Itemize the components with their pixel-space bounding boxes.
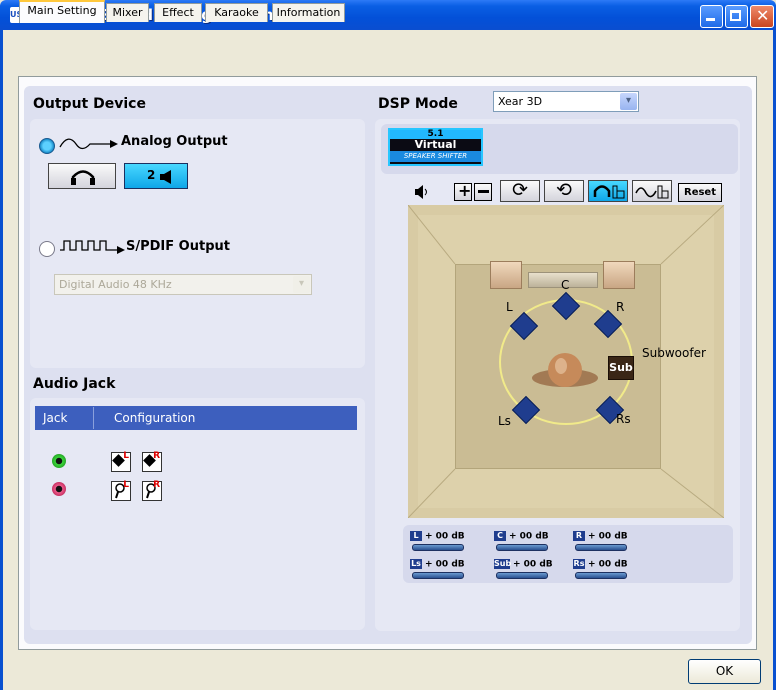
- gain-value: + 00 dB: [425, 559, 465, 570]
- gain-left-surround-slider[interactable]: [412, 572, 464, 579]
- audio-jack-group: [30, 398, 365, 630]
- virtual-speaker-shifter-badge[interactable]: 5.1 Virtual SPEAKER SHIFTER: [388, 128, 483, 166]
- volume-down-button[interactable]: [474, 183, 492, 201]
- output-device-title: Output Device: [33, 96, 146, 112]
- gain-center: C + 00 dB: [494, 531, 549, 542]
- speaker-icon: [160, 170, 171, 184]
- tab-information[interactable]: Information: [272, 3, 345, 22]
- chevron-down-icon: ▾: [293, 276, 310, 293]
- tab-karaoke[interactable]: Karaoke: [205, 3, 268, 22]
- right-mark: R: [153, 451, 160, 461]
- maximize-button[interactable]: [725, 5, 748, 28]
- volume-up-button[interactable]: +: [454, 181, 472, 201]
- ok-button[interactable]: OK: [688, 659, 761, 684]
- gain-right-surround: Rs + 00 dB: [573, 559, 628, 570]
- gain-left-surround: Ls + 00 dB: [410, 559, 465, 570]
- rotate-right-icon: ⟳: [512, 179, 528, 201]
- headphone-drag-button[interactable]: [588, 180, 628, 202]
- wave-drag-button[interactable]: [632, 180, 672, 202]
- configuration-column-header: Configuration: [114, 411, 196, 425]
- green-jack-icon: [52, 454, 66, 468]
- gain-right-slider[interactable]: [575, 544, 627, 551]
- spdif-format-value: Digital Audio 48 KHz: [59, 278, 172, 291]
- analog-output-radio[interactable]: [39, 138, 55, 154]
- right-cabinet-speaker: [603, 261, 635, 289]
- gain-center-slider[interactable]: [496, 544, 548, 551]
- gain-value: + 00 dB: [509, 531, 549, 542]
- subwoofer-handle[interactable]: Sub: [608, 356, 634, 380]
- two-speaker-button[interactable]: 2: [124, 163, 188, 189]
- channel-badge: L: [410, 531, 422, 541]
- pink-jack-icon: [52, 482, 66, 496]
- wave-hand-icon: [635, 185, 669, 199]
- reset-button[interactable]: Reset: [678, 183, 722, 202]
- spdif-format-select[interactable]: Digital Audio 48 KHz ▾: [54, 274, 312, 295]
- mic-left-config[interactable]: L: [111, 480, 131, 501]
- chevron-down-icon: ▾: [620, 93, 637, 110]
- jack-column-header: Jack: [43, 411, 68, 425]
- headphone-icon: [71, 170, 95, 185]
- tab-effect[interactable]: Effect: [154, 3, 202, 22]
- gain-value: + 00 dB: [588, 531, 628, 542]
- channel-badge: Ls: [410, 559, 422, 569]
- right-speaker-label: R: [616, 300, 625, 314]
- left-mark: L: [123, 480, 129, 490]
- tab-main-setting[interactable]: Main Setting: [19, 0, 105, 23]
- gain-subwoofer-slider[interactable]: [496, 572, 548, 579]
- speaker-count-label: 2: [147, 168, 156, 182]
- right-surround-label: Rs: [616, 412, 631, 426]
- spdif-output-label: S/PDIF Output: [126, 239, 230, 254]
- tab-mixer[interactable]: Mixer: [106, 3, 149, 22]
- left-surround-label: Ls: [498, 414, 511, 428]
- dsp-mode-value: Xear 3D: [498, 95, 543, 108]
- gain-left-slider[interactable]: [412, 544, 464, 551]
- jack-table-header: Jack Configuration: [35, 406, 357, 430]
- headphone-button[interactable]: [48, 163, 116, 189]
- channel-badge: Sub: [494, 559, 512, 569]
- left-cabinet-speaker: [490, 261, 522, 289]
- left-speaker-label: L: [506, 300, 513, 314]
- rotate-counterclockwise-button[interactable]: ⟲: [544, 179, 584, 202]
- right-mark: R: [153, 480, 160, 490]
- gain-right-surround-slider[interactable]: [575, 572, 627, 579]
- close-button[interactable]: ✕: [750, 5, 774, 28]
- channel-badge: R: [573, 531, 585, 541]
- gain-left: L + 00 dB: [410, 531, 465, 542]
- gain-right: R + 00 dB: [573, 531, 628, 542]
- digital-wave-icon: [60, 240, 125, 254]
- listener-head-icon: [532, 353, 598, 387]
- headphone-hand-icon: [593, 185, 625, 199]
- badge-speaker-shifter: SPEAKER SHIFTER: [390, 151, 481, 162]
- spdif-output-radio[interactable]: [39, 241, 55, 257]
- audio-jack-title: Audio Jack: [33, 376, 116, 392]
- front-left-speaker-config[interactable]: L: [111, 451, 131, 472]
- gain-value: + 00 dB: [513, 559, 553, 570]
- close-icon: ✕: [756, 6, 770, 25]
- plus-icon: +: [458, 181, 472, 200]
- left-mark: L: [123, 451, 129, 461]
- analog-output-label: Analog Output: [121, 134, 228, 149]
- volume-icon[interactable]: [414, 184, 432, 200]
- center-speaker-label: C: [561, 278, 570, 292]
- channel-badge: C: [494, 531, 506, 541]
- gain-subwoofer: Sub + 00 dB: [494, 559, 553, 570]
- gain-value: + 00 dB: [588, 559, 628, 570]
- subwoofer-label: Subwoofer: [642, 346, 706, 360]
- badge-virtual: Virtual: [414, 138, 457, 151]
- analog-wave-icon: [59, 138, 118, 150]
- rotate-clockwise-button[interactable]: ⟳: [500, 179, 540, 202]
- minimize-button[interactable]: [700, 5, 723, 28]
- dsp-mode-title: DSP Mode: [378, 96, 458, 112]
- minus-icon: [478, 190, 489, 193]
- gain-value: + 00 dB: [425, 531, 465, 542]
- rotate-left-icon: ⟲: [556, 179, 572, 201]
- front-right-speaker-config[interactable]: R: [142, 451, 162, 472]
- mic-right-config[interactable]: R: [142, 480, 162, 501]
- dsp-mode-select[interactable]: Xear 3D ▾: [493, 91, 639, 112]
- channel-badge: Rs: [573, 559, 585, 569]
